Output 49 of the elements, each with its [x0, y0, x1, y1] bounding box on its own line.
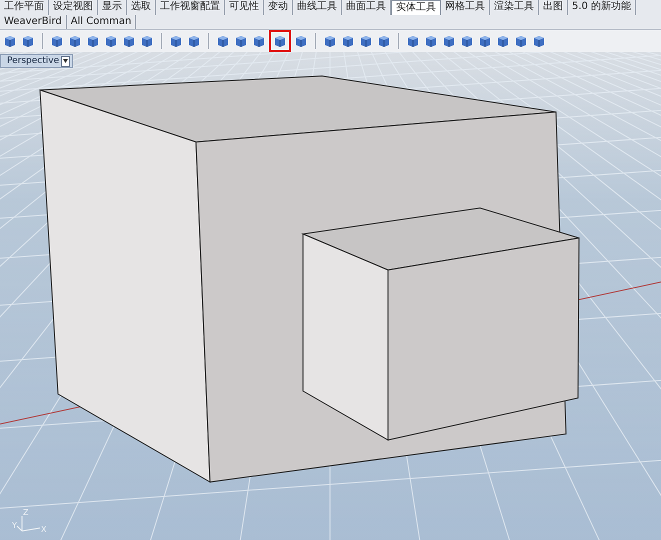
solid-cube-icon	[274, 34, 286, 48]
toolbar-button[interactable]	[269, 30, 291, 52]
solid-cube-icon	[425, 34, 437, 48]
solid-cube-icon	[479, 34, 491, 48]
tab[interactable]: WeaverBird	[0, 15, 67, 29]
tab[interactable]: 显示	[98, 0, 127, 15]
solid-cube-icon	[170, 34, 182, 48]
solid-cube-icon	[461, 34, 473, 48]
solid-cube-icon	[123, 34, 135, 48]
tab[interactable]: 设定视图	[49, 0, 98, 15]
viewport-title-tab[interactable]: Perspective	[0, 54, 74, 68]
solid-cube-icon	[141, 34, 153, 48]
solid-cube-icon	[69, 34, 81, 48]
solid-cube-icon	[235, 34, 247, 48]
viewport-title: Perspective	[7, 56, 60, 66]
y-axis-label: Y	[12, 521, 17, 530]
tab[interactable]: 变动	[264, 0, 293, 15]
solid-cube-icon	[443, 34, 455, 48]
axis-gizmo-icon	[16, 516, 40, 532]
solid-cube-icon	[105, 34, 117, 48]
solid-cube-icon	[4, 34, 16, 48]
solid-cube-icon	[51, 34, 63, 48]
solid-cube-icon	[378, 34, 390, 48]
tab[interactable]: 5.0 的新功能	[568, 0, 636, 15]
solid-cube-icon	[217, 34, 229, 48]
tab[interactable]: 选取	[127, 0, 156, 15]
tab[interactable]: 网格工具	[441, 0, 490, 15]
tab[interactable]: 出图	[539, 0, 568, 15]
tab[interactable]: 曲线工具	[293, 0, 342, 15]
tab[interactable]: All Comman	[66, 15, 136, 29]
solid-cube-icon	[188, 34, 200, 48]
solid-cube-icon	[22, 34, 34, 48]
solid-cube-icon	[342, 34, 354, 48]
solid-cube-icon	[360, 34, 372, 48]
tab[interactable]: 实体工具	[391, 0, 441, 15]
z-axis-label: Z	[23, 508, 28, 517]
solid-cube-icon	[295, 34, 307, 48]
solid-cube-icon	[324, 34, 336, 48]
solid-cube-icon	[87, 34, 99, 48]
tab[interactable]: 工作平面	[0, 0, 49, 15]
tab[interactable]: 工作视窗配置	[156, 0, 225, 15]
solid-cube-icon	[497, 34, 509, 48]
solid-cube-icon	[253, 34, 265, 48]
solid-cube-icon	[407, 34, 419, 48]
solid-cube-icon	[533, 34, 545, 48]
solid-cube-icon	[515, 34, 527, 48]
tab[interactable]: 渲染工具	[490, 0, 539, 15]
tab[interactable]: 可见性	[225, 0, 264, 15]
x-axis-label: X	[41, 525, 46, 534]
